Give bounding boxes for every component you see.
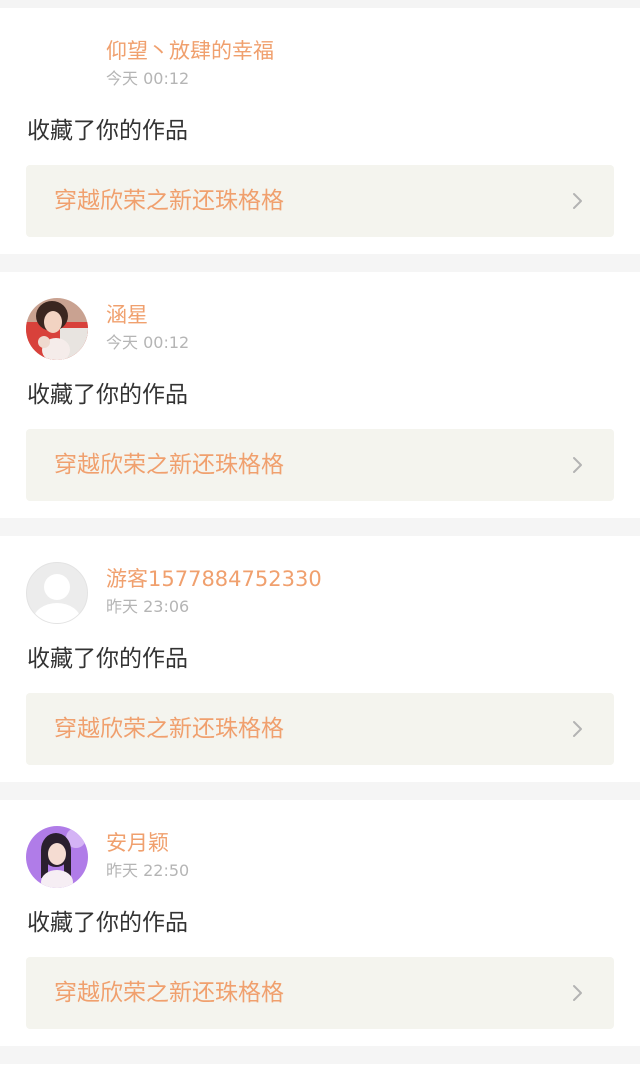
work-title: 穿越欣荣之新还珠格格 xyxy=(54,452,284,478)
chevron-right-icon xyxy=(573,721,582,737)
work-title: 穿越欣荣之新还珠格格 xyxy=(54,980,284,1006)
work-link[interactable]: 穿越欣荣之新还珠格格 xyxy=(26,957,614,1029)
work-link[interactable]: 穿越欣荣之新还珠格格 xyxy=(26,693,614,765)
notification-card[interactable]: 仰望丶放肆的幸福 今天 00:12 收藏了你的作品 穿越欣荣之新还珠格格 xyxy=(0,8,640,254)
notification-card[interactable] xyxy=(0,1064,640,1081)
user-name[interactable]: 涵星 xyxy=(106,302,148,328)
user-photo-icon xyxy=(26,298,88,360)
work-title: 穿越欣荣之新还珠格格 xyxy=(54,716,284,742)
notification-card[interactable]: 涵星 今天 00:12 收藏了你的作品 穿越欣荣之新还珠格格 xyxy=(0,272,640,518)
notification-card[interactable]: 游客1577884752330 昨天 23:06 收藏了你的作品 穿越欣荣之新还… xyxy=(0,536,640,782)
chevron-right-icon xyxy=(573,193,582,209)
action-text: 收藏了你的作品 xyxy=(27,118,188,144)
timestamp: 今天 00:12 xyxy=(106,333,190,352)
top-spacer xyxy=(0,0,640,8)
chevron-right-icon xyxy=(573,457,582,473)
work-link[interactable]: 穿越欣荣之新还珠格格 xyxy=(26,429,614,501)
work-link[interactable]: 穿越欣荣之新还珠格格 xyxy=(26,165,614,237)
avatar[interactable] xyxy=(26,826,88,888)
action-text: 收藏了你的作品 xyxy=(27,646,188,672)
avatar[interactable] xyxy=(26,298,88,360)
notification-card[interactable]: 安月颖 昨天 22:50 收藏了你的作品 穿越欣荣之新还珠格格 xyxy=(0,800,640,1046)
chevron-right-icon xyxy=(573,985,582,1001)
user-name[interactable]: 安月颖 xyxy=(106,830,169,856)
avatar[interactable] xyxy=(26,562,88,624)
user-photo-icon xyxy=(26,826,88,888)
action-text: 收藏了你的作品 xyxy=(27,382,188,408)
default-user-icon xyxy=(33,574,81,623)
timestamp: 昨天 22:50 xyxy=(106,861,190,880)
action-text: 收藏了你的作品 xyxy=(27,910,188,936)
user-name[interactable]: 游客1577884752330 xyxy=(106,566,322,592)
timestamp: 昨天 23:06 xyxy=(106,597,190,616)
work-title: 穿越欣荣之新还珠格格 xyxy=(54,188,284,214)
avatar[interactable] xyxy=(26,34,88,96)
timestamp: 今天 00:12 xyxy=(106,69,190,88)
user-name[interactable]: 仰望丶放肆的幸福 xyxy=(106,38,274,64)
